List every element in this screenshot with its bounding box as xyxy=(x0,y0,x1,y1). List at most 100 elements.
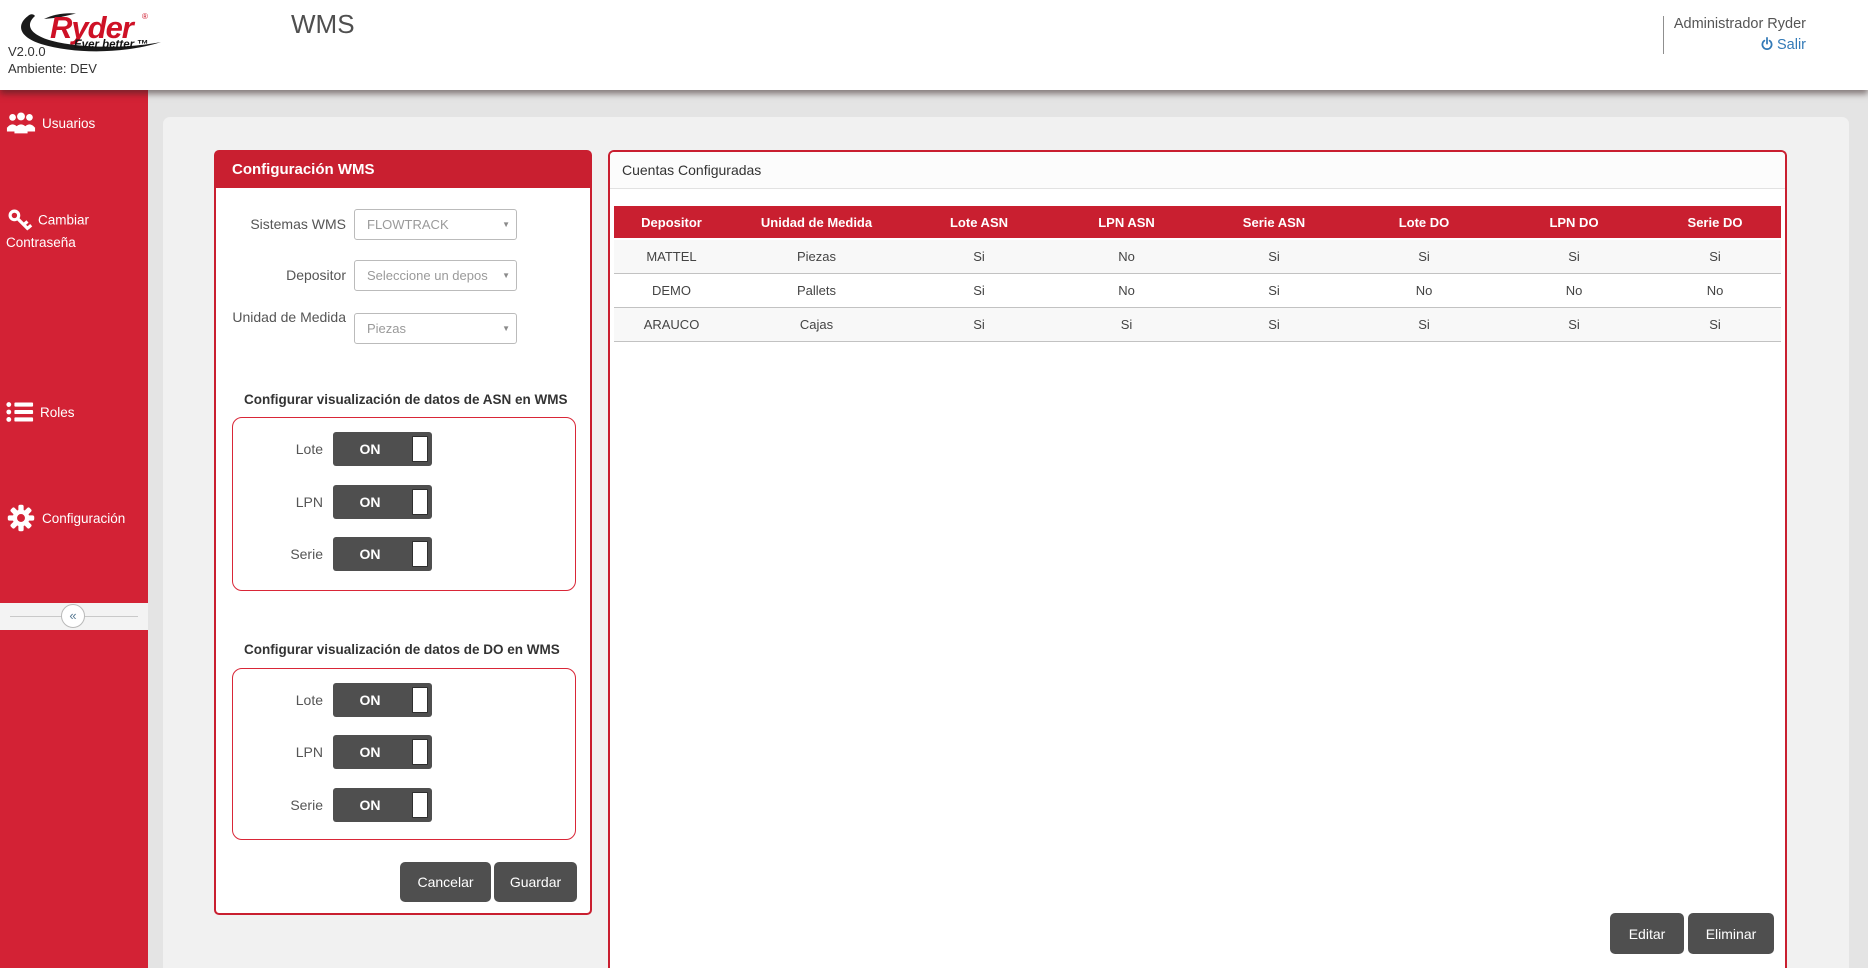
toggle-row-lote-asn: Lote ON xyxy=(233,432,573,466)
column-header: Unidad de Medida xyxy=(729,206,904,239)
environment-label: Ambiente: DEV xyxy=(8,61,97,76)
logout-label: Salir xyxy=(1776,37,1806,53)
column-header: Lote DO xyxy=(1349,206,1499,239)
cell-serie-asn: Si xyxy=(1199,307,1349,342)
toggle-knob xyxy=(412,687,428,713)
sidebar-collapse-strip: « xyxy=(0,603,148,630)
toggle-knob xyxy=(412,541,428,567)
cell-serie-asn: Si xyxy=(1199,273,1349,308)
column-header: Serie ASN xyxy=(1199,206,1349,239)
lpn-do-toggle[interactable]: ON xyxy=(333,735,432,769)
do-toggle-group: Lote ON LPN ON Serie ON xyxy=(232,668,576,840)
cell-lote-asn: Si xyxy=(904,273,1054,308)
toggle-row-lote-do: Lote ON xyxy=(233,683,573,717)
serie-do-toggle[interactable]: ON xyxy=(333,788,432,822)
toggle-knob xyxy=(412,792,428,818)
cell-lote-do: No xyxy=(1349,273,1499,308)
cell-serie-do: Si xyxy=(1649,307,1781,342)
cancel-button[interactable]: Cancelar xyxy=(400,862,491,902)
toggle-label: Serie xyxy=(290,797,323,813)
key-icon xyxy=(8,209,33,231)
toggle-label: Serie xyxy=(290,546,323,562)
toggle-knob xyxy=(412,739,428,765)
toggle-row-serie-asn: Serie ON xyxy=(233,537,573,571)
cell-lpn-do: No xyxy=(1499,273,1649,308)
sidebar-item-usuarios[interactable]: Usuarios xyxy=(6,101,146,145)
cell-serie-do: No xyxy=(1649,273,1781,308)
toggle-row-lpn-do: LPN ON xyxy=(233,735,573,769)
users-icon xyxy=(6,112,36,134)
registered-mark: ® xyxy=(142,12,148,21)
field-label: Depositor xyxy=(286,267,346,283)
top-header: Ryder ® Ever better.™ V2.0.0 Ambiente: D… xyxy=(0,0,1868,90)
table-row[interactable]: DEMO Pallets Si No Si No No No xyxy=(614,273,1781,308)
sidebar-item-label: Usuarios xyxy=(42,115,96,131)
field-row-unidad-medida: Unidad de Medida Piezas xyxy=(216,306,590,348)
app-version: V2.0.0 xyxy=(8,44,46,59)
brand-tagline: Ever better.™ xyxy=(74,39,149,51)
table-row[interactable]: MATTEL Piezas Si No Si Si Si Si xyxy=(614,238,1781,274)
user-name: Administrador Ryder xyxy=(1673,16,1806,32)
toggle-knob xyxy=(412,436,428,462)
cell-lpn-asn: No xyxy=(1054,238,1199,274)
edit-button[interactable]: Editar xyxy=(1610,913,1684,954)
toggle-knob xyxy=(412,489,428,515)
toggle-label: Lote xyxy=(295,692,323,708)
column-header: Serie DO xyxy=(1649,206,1781,239)
cell-serie-asn: Si xyxy=(1199,238,1349,274)
sidebar-item-cambiar-contrasena[interactable]: Cambiar Contraseña xyxy=(6,207,144,251)
lote-asn-toggle[interactable]: ON xyxy=(333,432,432,466)
depositor-select[interactable]: Seleccione un depos xyxy=(354,260,517,291)
cell-serie-do: Si xyxy=(1649,238,1781,274)
unidad-medida-select[interactable]: Piezas xyxy=(354,313,517,344)
chevrons-left-icon: « xyxy=(69,608,77,623)
field-label: Unidad de Medida xyxy=(232,309,346,325)
cell-depositor: MATTEL xyxy=(614,238,729,274)
config-panel-title: Configuración WMS xyxy=(216,152,590,188)
cell-lpn-asn: Si xyxy=(1054,307,1199,342)
select-value: FLOWTRACK xyxy=(367,217,449,232)
cell-lote-asn: Si xyxy=(904,238,1054,274)
toggle-state: ON xyxy=(359,692,381,708)
sidebar-collapse-button[interactable]: « xyxy=(61,604,85,628)
column-header: LPN ASN xyxy=(1054,206,1199,239)
toggle-state: ON xyxy=(359,441,381,457)
sidebar-item-configuracion[interactable]: Configuración xyxy=(6,496,146,540)
toggle-label: LPN xyxy=(295,494,323,510)
field-label: Sistemas WMS xyxy=(250,216,346,232)
lpn-asn-toggle[interactable]: ON xyxy=(333,485,432,519)
cell-unidad: Cajas xyxy=(729,307,904,342)
power-icon xyxy=(1761,37,1773,50)
lote-do-toggle[interactable]: ON xyxy=(333,683,432,717)
accounts-table: Depositor Unidad de Medida Lote ASN LPN … xyxy=(614,206,1781,342)
toggle-label: Lote xyxy=(295,441,323,457)
asn-section-heading: Configurar visualización de datos de ASN… xyxy=(244,392,568,407)
roles-list-icon xyxy=(6,402,34,422)
config-wms-panel: Configuración WMS Sistemas WMS FLOWTRACK… xyxy=(214,150,592,915)
column-header: Lote ASN xyxy=(904,206,1054,239)
table-row[interactable]: ARAUCO Cajas Si Si Si Si Si Si xyxy=(614,307,1781,342)
cell-depositor: DEMO xyxy=(614,273,729,308)
logout-link[interactable]: Salir xyxy=(1506,37,1806,53)
toggle-state: ON xyxy=(359,546,381,562)
toggle-label: LPN xyxy=(295,744,323,760)
sistemas-wms-select[interactable]: FLOWTRACK xyxy=(354,209,517,240)
toggle-state: ON xyxy=(359,494,381,510)
cell-unidad: Piezas xyxy=(729,238,904,274)
cell-lote-do: Si xyxy=(1349,238,1499,274)
sidebar-item-roles[interactable]: Roles xyxy=(6,390,146,434)
field-row-depositor: Depositor Seleccione un depos xyxy=(216,260,590,291)
sidebar-nav: Usuarios Cambiar Contraseña Roles Config… xyxy=(0,90,148,968)
cell-unidad: Pallets xyxy=(729,273,904,308)
cell-lpn-asn: No xyxy=(1054,273,1199,308)
cell-lpn-do: Si xyxy=(1499,307,1649,342)
cell-depositor: ARAUCO xyxy=(614,307,729,342)
accounts-panel: Cuentas Configuradas Depositor Unidad de… xyxy=(608,150,1787,968)
serie-asn-toggle[interactable]: ON xyxy=(333,537,432,571)
column-header: LPN DO xyxy=(1499,206,1649,239)
delete-button[interactable]: Eliminar xyxy=(1688,913,1774,954)
page-title: WMS xyxy=(291,9,355,39)
save-button[interactable]: Guardar xyxy=(494,862,577,902)
sidebar-item-label: Configuración xyxy=(42,510,126,526)
select-value: Seleccione un depos xyxy=(367,268,488,283)
